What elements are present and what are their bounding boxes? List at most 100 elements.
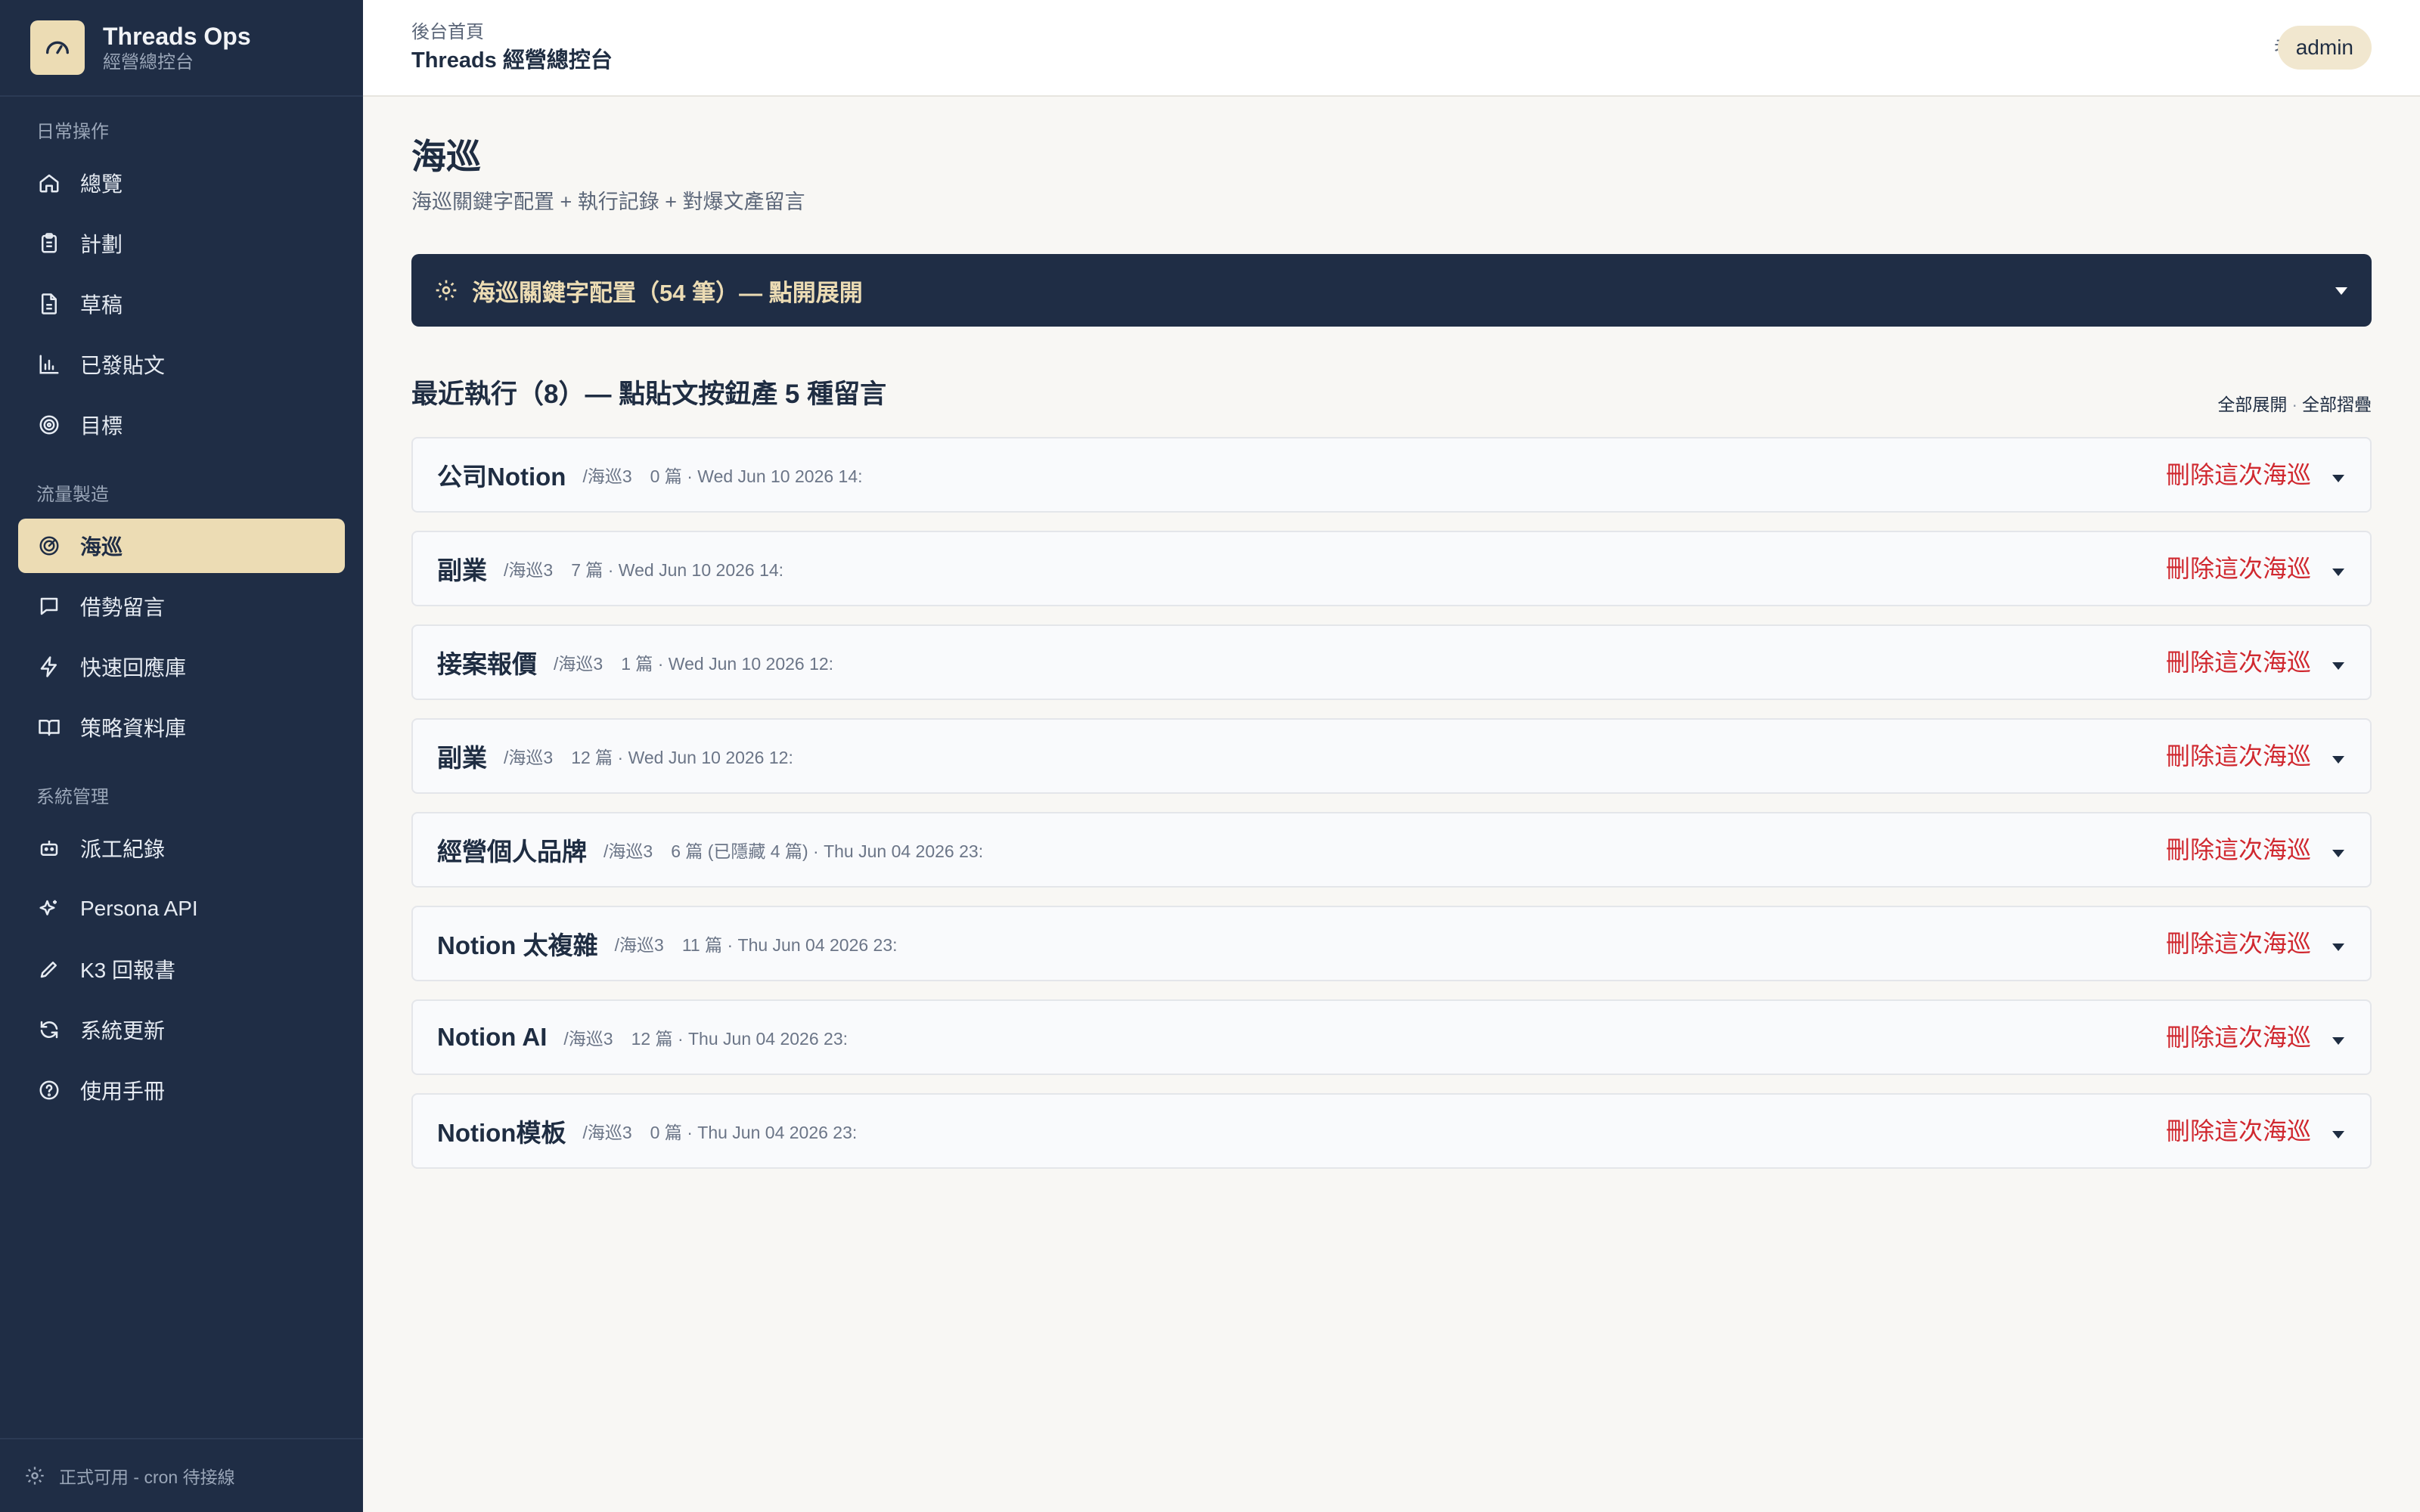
sidebar-item-label: 目標 bbox=[80, 414, 123, 438]
run-row[interactable]: 接案報價 /海巡3 1 篇 · Wed Jun 10 2026 12: 刪除這次… bbox=[411, 624, 2372, 700]
delete-run-button[interactable]: 刪除這次海巡 bbox=[2166, 458, 2311, 491]
caret-down-icon[interactable] bbox=[2331, 470, 2346, 485]
section-label-traffic: 流量製造 bbox=[36, 485, 109, 505]
caret-down-icon[interactable] bbox=[2331, 751, 2346, 767]
run-row[interactable]: Notion AI /海巡3 12 篇 · Thu Jun 04 2026 23… bbox=[411, 999, 2372, 1075]
run-keyword: 經營個人品牌 bbox=[437, 838, 587, 866]
collapse-all-link[interactable]: 全部摺疊 bbox=[2302, 395, 2372, 414]
sidebar-item-label: Persona API bbox=[80, 897, 198, 920]
delete-run-button[interactable]: 刪除這次海巡 bbox=[2166, 1114, 2311, 1148]
caret-down-icon[interactable] bbox=[2331, 1033, 2346, 1048]
run-row[interactable]: Notion模板 /海巡3 0 篇 · Thu Jun 04 2026 23: … bbox=[411, 1093, 2372, 1169]
sidebar-item-persona-api[interactable]: Persona API bbox=[18, 881, 345, 936]
sidebar-item-label: 借勢留言 bbox=[80, 596, 166, 619]
caret-down-icon[interactable] bbox=[2331, 1126, 2346, 1142]
comment-icon bbox=[36, 593, 62, 619]
run-meta: 6 篇 (已隱藏 4 篇) · Thu Jun 04 2026 23: bbox=[671, 841, 984, 861]
run-meta: 7 篇 · Wed Jun 10 2026 14: bbox=[571, 560, 784, 580]
sidebar-item-label: 草稿 bbox=[80, 293, 123, 317]
sidebar-item-k3-report[interactable]: K3 回報書 bbox=[18, 942, 345, 996]
run-keyword: 副業 bbox=[437, 556, 487, 584]
run-command: /海巡3 bbox=[563, 1029, 613, 1049]
run-meta: 12 篇 · Thu Jun 04 2026 23: bbox=[631, 1029, 849, 1049]
book-icon bbox=[36, 714, 62, 740]
role-badge[interactable]: admin bbox=[2277, 26, 2372, 70]
sidebar-item-patrol[interactable]: 海巡 bbox=[18, 519, 345, 573]
sidebar-item-published[interactable]: 已發貼文 bbox=[18, 337, 345, 392]
gear-icon bbox=[24, 1465, 45, 1486]
run-row[interactable]: 副業 /海巡3 7 篇 · Wed Jun 10 2026 14: 刪除這次海巡 bbox=[411, 531, 2372, 606]
brand[interactable]: Threads Ops 經營總控台 bbox=[0, 0, 363, 97]
sidebar-item-trend-comments[interactable]: 借勢留言 bbox=[18, 579, 345, 634]
run-row[interactable]: Notion 太複雜 /海巡3 11 篇 · Thu Jun 04 2026 2… bbox=[411, 906, 2372, 981]
expand-all-link[interactable]: 全部展開 bbox=[2217, 395, 2287, 414]
caret-down-icon[interactable] bbox=[2331, 564, 2346, 579]
run-keyword: Notion AI bbox=[437, 1023, 548, 1051]
run-keyword: Notion模板 bbox=[437, 1119, 566, 1147]
keyword-config-toggle[interactable]: 海巡關鍵字配置（54 筆）— 點開展開 bbox=[411, 254, 2372, 327]
clipboard-icon bbox=[36, 231, 62, 256]
delete-run-button[interactable]: 刪除這次海巡 bbox=[2166, 927, 2311, 960]
run-keyword: 公司Notion bbox=[437, 463, 566, 491]
run-meta: 0 篇 · Thu Jun 04 2026 23: bbox=[650, 1123, 858, 1142]
sidebar-item-overview[interactable]: 總覽 bbox=[18, 156, 345, 210]
sidebar-item-label: 海巡 bbox=[80, 535, 123, 559]
run-keyword: 副業 bbox=[437, 744, 487, 772]
help-circle-icon bbox=[36, 1077, 62, 1103]
sidebar-item-goals[interactable]: 目標 bbox=[18, 398, 345, 452]
run-list: 公司Notion /海巡3 0 篇 · Wed Jun 10 2026 14: … bbox=[411, 437, 2372, 1187]
delete-run-button[interactable]: 刪除這次海巡 bbox=[2166, 833, 2311, 866]
refresh-icon bbox=[36, 1017, 62, 1043]
sidebar-item-quick-replies[interactable]: 快速回應庫 bbox=[18, 640, 345, 694]
run-meta: 1 篇 · Wed Jun 10 2026 12: bbox=[621, 654, 834, 674]
sidebar: Threads Ops 經營總控台 日常操作 總覽 計劃 草稿 已發貼文 目標 bbox=[0, 0, 363, 1512]
delete-run-button[interactable]: 刪除這次海巡 bbox=[2166, 739, 2311, 773]
caret-down-icon[interactable] bbox=[2331, 658, 2346, 673]
page-title: 海巡 bbox=[411, 137, 481, 176]
sidebar-item-system-update[interactable]: 系統更新 bbox=[18, 1002, 345, 1057]
sidebar-item-plan[interactable]: 計劃 bbox=[18, 216, 345, 271]
run-command: /海巡3 bbox=[554, 654, 603, 674]
run-command: /海巡3 bbox=[582, 466, 632, 486]
run-meta: 0 篇 · Wed Jun 10 2026 14: bbox=[650, 466, 863, 486]
gauge-icon bbox=[30, 20, 85, 75]
recent-runs-heading: 最近執行（8）— 點貼文按鈕產 5 種留言 bbox=[411, 380, 887, 409]
target-icon bbox=[36, 412, 62, 438]
run-row[interactable]: 經營個人品牌 /海巡3 6 篇 (已隱藏 4 篇) · Thu Jun 04 2… bbox=[411, 812, 2372, 888]
home-icon bbox=[36, 170, 62, 196]
sidebar-item-label: 計劃 bbox=[80, 233, 123, 256]
document-icon bbox=[36, 291, 62, 317]
bulk-actions: 全部展開 · 全部摺疊 bbox=[2217, 393, 2372, 416]
caret-down-icon bbox=[2334, 283, 2349, 298]
run-command: /海巡3 bbox=[504, 748, 554, 767]
gear-icon bbox=[434, 278, 458, 302]
run-command: /海巡3 bbox=[582, 1123, 632, 1142]
bar-chart-icon bbox=[36, 352, 62, 377]
section-label-daily: 日常操作 bbox=[36, 122, 109, 142]
caret-down-icon[interactable] bbox=[2331, 939, 2346, 954]
delete-run-button[interactable]: 刪除這次海巡 bbox=[2166, 552, 2311, 585]
sidebar-item-label: 派工紀錄 bbox=[80, 838, 166, 861]
page-subtitle: 海巡關鍵字配置 + 執行記錄 + 對爆文產留言 bbox=[411, 191, 805, 213]
run-row[interactable]: 副業 /海巡3 12 篇 · Wed Jun 10 2026 12: 刪除這次海… bbox=[411, 718, 2372, 794]
run-meta: 11 篇 · Thu Jun 04 2026 23: bbox=[681, 935, 898, 955]
sparkles-icon bbox=[36, 896, 62, 922]
run-meta: 12 篇 · Wed Jun 10 2026 12: bbox=[571, 748, 793, 767]
delete-run-button[interactable]: 刪除這次海巡 bbox=[2166, 1021, 2311, 1054]
run-command: /海巡3 bbox=[504, 560, 554, 580]
sidebar-item-manual[interactable]: 使用手冊 bbox=[18, 1063, 345, 1117]
sidebar-item-strategy-db[interactable]: 策略資料庫 bbox=[18, 700, 345, 754]
caret-down-icon[interactable] bbox=[2331, 845, 2346, 860]
run-row[interactable]: 公司Notion /海巡3 0 篇 · Wed Jun 10 2026 14: … bbox=[411, 437, 2372, 513]
pen-icon bbox=[36, 956, 62, 982]
breadcrumb[interactable]: 後台首頁 bbox=[411, 21, 484, 44]
delete-run-button[interactable]: 刪除這次海巡 bbox=[2166, 646, 2311, 679]
sidebar-item-dispatch-log[interactable]: 派工紀錄 bbox=[18, 821, 345, 875]
sidebar-item-drafts[interactable]: 草稿 bbox=[18, 277, 345, 331]
topbar: 後台首頁 Threads 經營總控台 老K admin bbox=[363, 0, 2420, 97]
sidebar-item-label: 已發貼文 bbox=[80, 354, 166, 377]
run-keyword: Notion 太複雜 bbox=[437, 931, 598, 959]
run-command: /海巡3 bbox=[614, 935, 664, 955]
robot-icon bbox=[36, 835, 62, 861]
sidebar-footer: 正式可用 - cron 待接線 bbox=[0, 1438, 363, 1512]
